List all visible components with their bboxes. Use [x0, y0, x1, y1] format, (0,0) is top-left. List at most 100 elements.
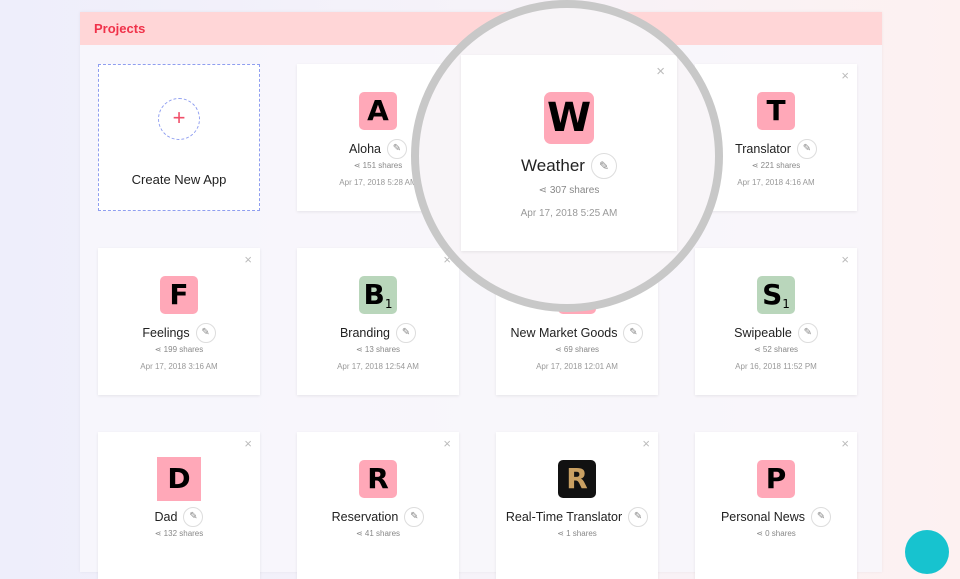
app-name[interactable]: Translator: [735, 142, 791, 156]
create-new-app-card[interactable]: + Create New App: [98, 64, 260, 211]
close-icon[interactable]: ×: [841, 252, 849, 267]
app-name[interactable]: Reservation: [332, 510, 399, 524]
project-card[interactable]: × R Real-Time Translator ✎ ⋖ 1 shares: [496, 432, 658, 579]
close-icon[interactable]: ×: [656, 63, 665, 80]
edit-icon[interactable]: ✎: [195, 323, 216, 343]
edit-icon[interactable]: ✎: [404, 507, 425, 527]
project-card-weather-magnified[interactable]: × W Weather ✎ ⋖ 307 shares Apr 17, 2018 5:25 …: [461, 55, 677, 251]
app-icon-subscript: 1: [384, 297, 393, 311]
share-icon: ⋖: [554, 345, 562, 354]
edit-icon[interactable]: ✎: [183, 507, 204, 527]
app-date: Apr 17, 2018 12:54 AM: [337, 362, 419, 371]
app-icon-letter: A: [367, 94, 389, 127]
project-card[interactable]: × B1 Branding ✎ ⋖ 13 shares Apr 17, 2018 12:5…: [297, 248, 459, 395]
share-icon: ⋖: [355, 345, 363, 354]
share-count: ⋖ 41 shares: [297, 529, 459, 538]
edit-icon[interactable]: ✎: [590, 153, 617, 179]
app-icon-letter: S: [762, 278, 783, 311]
share-count: ⋖ 1 shares: [496, 529, 658, 538]
app-icon-letter: T: [766, 94, 786, 127]
project-card[interactable]: × D Dad ✎ ⋖ 132 shares: [98, 432, 260, 579]
app-name[interactable]: Swipeable: [734, 326, 792, 340]
share-count-text: 69 shares: [563, 345, 600, 354]
app-icon: R: [558, 460, 596, 498]
app-date: Apr 17, 2018 12:01 AM: [536, 362, 618, 371]
share-count-text: 307 shares: [549, 185, 600, 196]
project-card[interactable]: × S1 Swipeable ✎ ⋖ 52 shares Apr 16, 2018 11:…: [695, 248, 857, 395]
close-icon[interactable]: ×: [841, 436, 849, 451]
project-card[interactable]: × R Reservation ✎ ⋖ 41 shares: [297, 432, 459, 579]
share-icon: ⋖: [353, 161, 361, 170]
app-name[interactable]: Weather: [521, 156, 585, 176]
share-count-text: 1 shares: [566, 529, 597, 538]
app-icon-subscript: 1: [782, 297, 790, 311]
magnifier-lens: × W Weather ✎ ⋖ 307 shares Apr 17, 2018 5:25 …: [411, 0, 723, 312]
share-icon: ⋖: [751, 161, 759, 170]
share-count-text: 52 shares: [762, 345, 799, 354]
edit-icon[interactable]: ✎: [396, 323, 417, 343]
name-row: Personal News ✎: [695, 507, 857, 527]
floating-action-button[interactable]: [905, 530, 949, 574]
edit-icon[interactable]: ✎: [628, 507, 649, 527]
share-count: ⋖ 0 shares: [695, 529, 857, 538]
share-count: ⋖ 69 shares: [496, 345, 658, 354]
edit-icon[interactable]: ✎: [796, 139, 817, 159]
name-row: Feelings ✎: [98, 323, 260, 343]
close-icon[interactable]: ×: [841, 68, 849, 83]
share-count: ⋖ 307 shares: [461, 185, 677, 196]
app-icon: D: [157, 457, 201, 501]
app-date: Apr 17, 2018 3:16 AM: [140, 362, 218, 371]
close-icon[interactable]: ×: [443, 436, 451, 451]
share-icon: ⋖: [154, 529, 162, 538]
app-icon: S1: [757, 276, 795, 314]
app-icon: W: [544, 92, 594, 144]
name-row: Reservation ✎: [297, 507, 459, 527]
share-count-text: 41 shares: [364, 529, 401, 538]
share-count-text: 151 shares: [362, 161, 403, 170]
project-card[interactable]: × P Personal News ✎ ⋖ 0 shares: [695, 432, 857, 579]
app-icon-letter: W: [546, 95, 592, 141]
share-count: ⋖ 199 shares: [98, 345, 260, 354]
plus-icon[interactable]: +: [158, 98, 200, 140]
name-row: New Market Goods ✎: [496, 323, 658, 343]
app-icon-letter: P: [765, 462, 787, 495]
share-icon: ⋖: [538, 185, 548, 196]
share-count-text: 132 shares: [163, 529, 204, 538]
share-count: ⋖ 13 shares: [297, 345, 459, 354]
name-row: Swipeable ✎: [695, 323, 857, 343]
share-icon: ⋖: [154, 345, 162, 354]
edit-icon[interactable]: ✎: [623, 323, 644, 343]
edit-icon[interactable]: ✎: [797, 323, 818, 343]
app-icon-letter: R: [566, 462, 588, 495]
edit-icon[interactable]: ✎: [811, 507, 832, 527]
share-count: ⋖ 52 shares: [695, 345, 857, 354]
app-name[interactable]: Aloha: [349, 142, 381, 156]
close-icon[interactable]: ×: [642, 436, 650, 451]
project-card[interactable]: × F Feelings ✎ ⋖ 199 shares Apr 17, 2018 3:16…: [98, 248, 260, 395]
name-row: Real-Time Translator ✎: [496, 507, 658, 527]
app-name[interactable]: Dad: [155, 510, 178, 524]
close-icon[interactable]: ×: [244, 252, 252, 267]
name-row: Branding ✎: [297, 323, 459, 343]
app-name[interactable]: New Market Goods: [511, 326, 618, 340]
share-count-text: 221 shares: [760, 161, 801, 170]
app-name[interactable]: Branding: [340, 326, 390, 340]
share-icon: ⋖: [756, 529, 763, 538]
app-icon-letter: R: [367, 462, 389, 495]
share-count: ⋖ 132 shares: [98, 529, 260, 538]
name-row: Weather✎: [461, 153, 677, 179]
app-name[interactable]: Personal News: [721, 510, 805, 524]
share-icon: ⋖: [355, 529, 363, 538]
edit-icon[interactable]: ✎: [386, 139, 407, 159]
app-icon-letter: F: [169, 278, 189, 311]
app-icon-letter: D: [167, 462, 191, 495]
app-name[interactable]: Real-Time Translator: [506, 510, 622, 524]
name-row: Dad ✎: [98, 507, 260, 527]
app-date: Apr 17, 2018 5:25 AM: [520, 208, 618, 219]
app-icon: B1: [359, 276, 397, 314]
share-count-text: 13 shares: [364, 345, 401, 354]
share-icon: ⋖: [753, 345, 761, 354]
app-name[interactable]: Feelings: [142, 326, 189, 340]
app-icon: P: [757, 460, 795, 498]
close-icon[interactable]: ×: [244, 436, 252, 451]
